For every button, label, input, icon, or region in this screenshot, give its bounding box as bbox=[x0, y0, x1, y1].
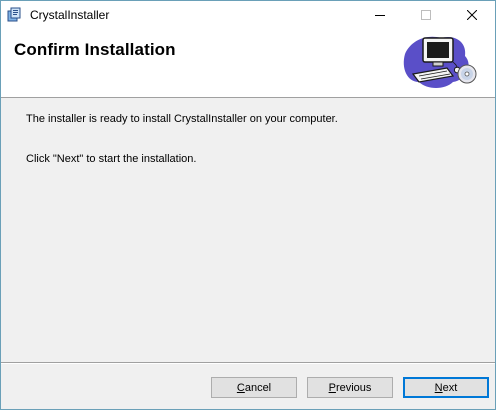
ready-message: The installer is ready to install Crysta… bbox=[26, 113, 338, 125]
minimize-icon bbox=[375, 15, 385, 16]
instruction-message: Click "Next" to start the installation. bbox=[26, 153, 197, 165]
window-title: CrystalInstaller bbox=[30, 8, 110, 22]
maximize-button[interactable] bbox=[403, 1, 449, 29]
cancel-button-mnemonic: C bbox=[236, 381, 245, 394]
next-button-label: ext bbox=[442, 381, 458, 394]
next-button[interactable]: Next bbox=[403, 377, 489, 398]
content-area: The installer is ready to install Crysta… bbox=[1, 98, 495, 360]
cancel-button-label: ancel bbox=[244, 381, 272, 394]
maximize-icon bbox=[421, 10, 431, 20]
previous-button-label: revious bbox=[335, 381, 372, 394]
previous-button-mnemonic: P bbox=[328, 381, 336, 394]
close-icon bbox=[467, 10, 477, 20]
footer-divider bbox=[1, 362, 495, 364]
next-button-mnemonic: N bbox=[434, 381, 443, 394]
title-bar[interactable]: CrystalInstaller bbox=[1, 1, 495, 29]
close-button[interactable] bbox=[449, 1, 495, 29]
minimize-button[interactable] bbox=[357, 1, 403, 29]
installer-window: CrystalInstaller Confirm Installation Th… bbox=[0, 0, 496, 410]
header-banner: Confirm Installation bbox=[1, 29, 495, 98]
page-title: Confirm Installation bbox=[14, 40, 176, 59]
computer-setup-icon bbox=[403, 36, 477, 88]
cancel-button[interactable]: Cancel bbox=[211, 377, 297, 398]
installer-app-icon bbox=[7, 7, 21, 22]
previous-button[interactable]: Previous bbox=[307, 377, 393, 398]
